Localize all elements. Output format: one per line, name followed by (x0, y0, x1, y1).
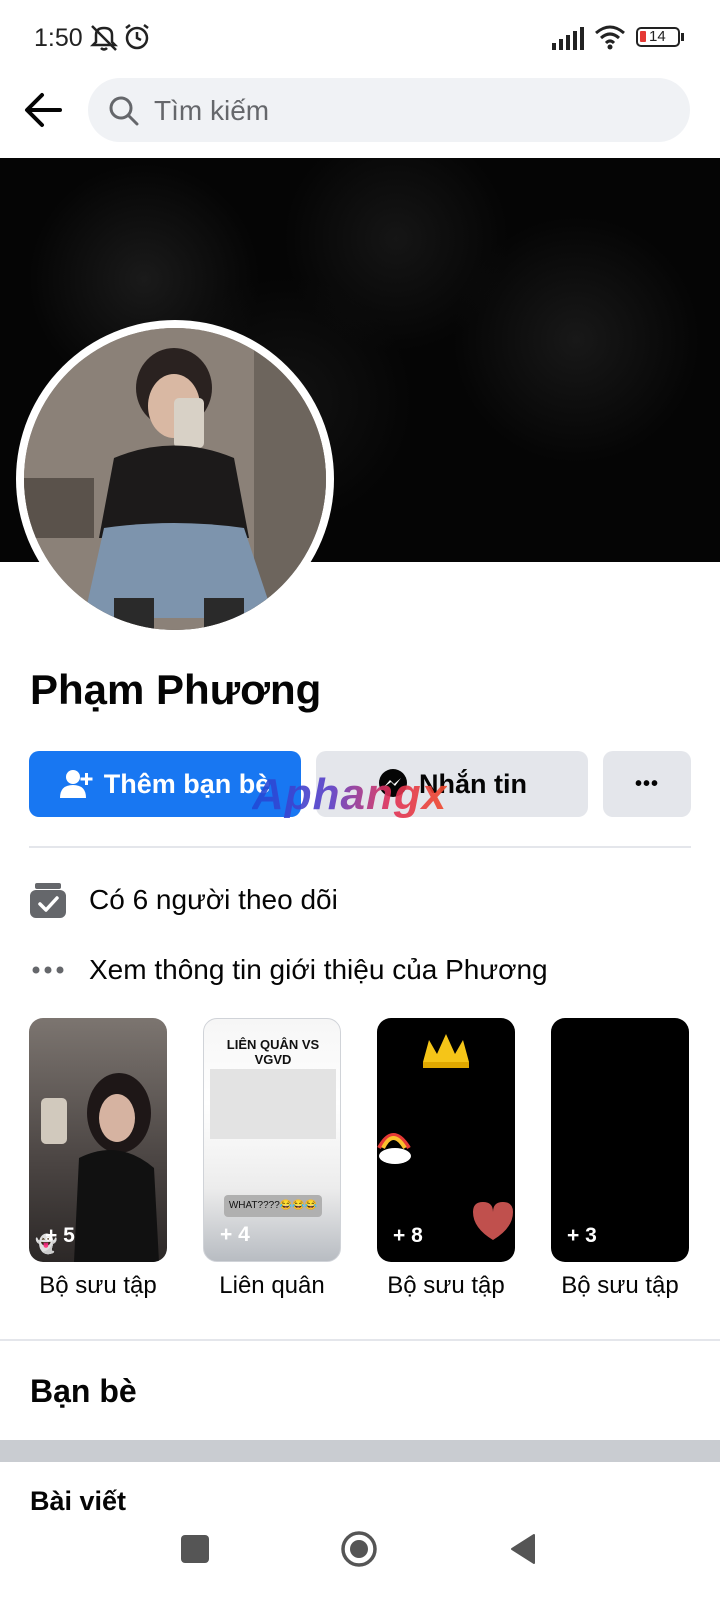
wifi-icon (595, 25, 625, 50)
recents-button[interactable] (181, 1535, 209, 1563)
featured-collection-2[interactable]: LIÊN QUÂN VS VGVD WHAT????😂😂😂 + 4 Liên q… (203, 1018, 341, 1300)
more-dots-icon (32, 966, 64, 974)
featured-screenshot (210, 1069, 336, 1139)
featured-count: + 5 (45, 1224, 75, 1247)
featured-cover: + 3 (551, 1018, 689, 1262)
back-button[interactable] (22, 88, 66, 132)
message-button[interactable]: Nhắn tin (316, 751, 588, 817)
search-bar[interactable] (88, 78, 690, 142)
add-friend-icon (59, 770, 93, 798)
search-icon (109, 96, 139, 126)
featured-label: Bộ sưu tập (561, 1272, 679, 1299)
featured-cover: + 8 (377, 1018, 515, 1262)
featured-cover: LIÊN QUÂN VS VGVD WHAT????😂😂😂 + 4 (203, 1018, 341, 1262)
followers-icon (30, 883, 66, 918)
section-separator (0, 1440, 720, 1462)
back-nav-button[interactable] (508, 1532, 538, 1566)
about-text: Xem thông tin giới thiệu của Phương (89, 954, 548, 985)
featured-count: + 4 (220, 1223, 250, 1246)
status-time: 1:50 (34, 24, 83, 52)
featured-label: Liên quân (219, 1272, 325, 1299)
featured-caption-bottom: WHAT????😂😂😂 (224, 1195, 322, 1217)
avatar-illustration (24, 328, 326, 630)
featured-caption-top: LIÊN QUÂN VS VGVD (226, 1037, 320, 1067)
home-button[interactable] (340, 1530, 378, 1568)
battery-icon: 14 (636, 27, 684, 47)
profile-avatar[interactable] (16, 320, 334, 638)
followers-row[interactable]: Có 6 người theo dõi (29, 880, 338, 920)
add-friend-label: Thêm bạn bè (103, 768, 271, 799)
divider (29, 846, 691, 848)
featured-count: + 8 (393, 1224, 423, 1247)
featured-collection-1[interactable]: 👻 + 5 Bộ sưu tập (29, 1018, 167, 1300)
message-label: Nhắn tin (419, 768, 527, 799)
avatar-photo (24, 328, 326, 630)
battery-level: 14 (649, 28, 666, 45)
followers-text: Có 6 người theo dõi (89, 884, 338, 915)
about-row[interactable]: Xem thông tin giới thiệu của Phương (29, 950, 548, 990)
featured-cover: 👻 + 5 (29, 1018, 167, 1262)
divider (0, 1339, 720, 1341)
add-friend-button[interactable]: Thêm bạn bè (29, 751, 301, 817)
back-arrow-icon (25, 93, 62, 127)
friends-section-title[interactable]: Bạn bè (30, 1373, 137, 1410)
featured-collection-4[interactable]: + 3 Bộ sưu tập (551, 1018, 689, 1300)
mute-icon (89, 25, 119, 51)
featured-collection-3[interactable]: + 8 Bộ sưu tập (377, 1018, 515, 1300)
system-nav-bar (0, 1510, 720, 1600)
featured-count: + 3 (567, 1224, 597, 1247)
more-icon: ••• (634, 772, 659, 795)
signal-icon (552, 27, 584, 50)
alarm-icon (125, 24, 149, 50)
more-options-button[interactable]: ••• (603, 751, 691, 817)
featured-label: Bộ sưu tập (387, 1272, 505, 1299)
profile-name: Phạm Phương (30, 666, 322, 713)
status-bar: 1:50 14 (0, 0, 720, 76)
featured-label: Bộ sưu tập (39, 1272, 157, 1299)
search-input[interactable] (152, 90, 656, 132)
messenger-icon (379, 769, 407, 797)
